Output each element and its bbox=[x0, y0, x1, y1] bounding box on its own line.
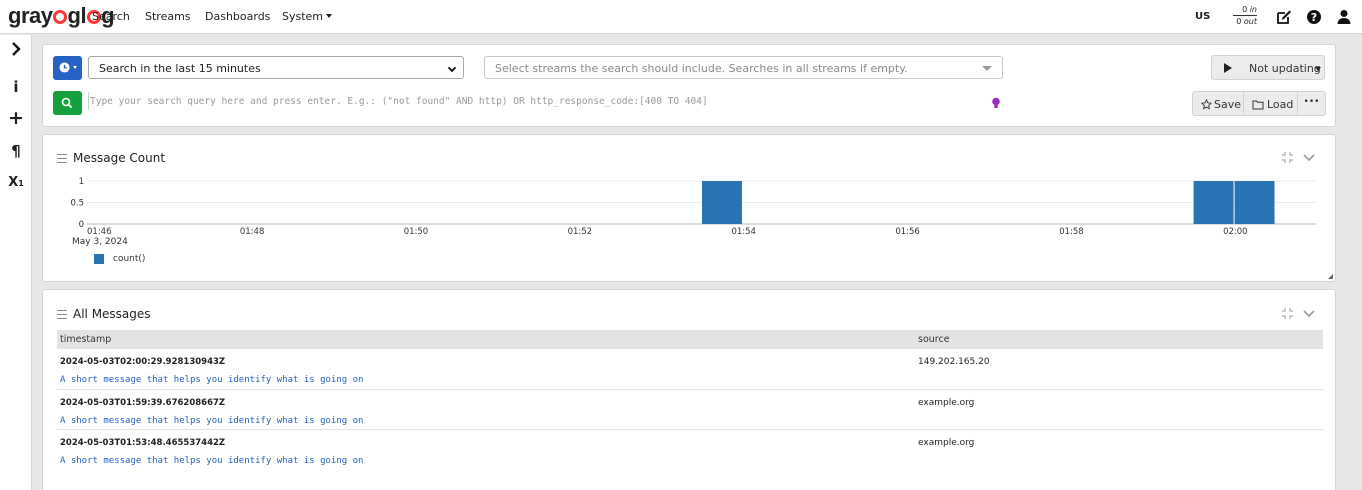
x-tick-label: 01:54 bbox=[731, 227, 756, 237]
y-tick-label: 0.5 bbox=[70, 199, 84, 209]
drag-handle-icon[interactable] bbox=[57, 310, 67, 319]
folder-icon bbox=[1252, 100, 1264, 110]
x-tick-label: 01:56 bbox=[895, 227, 920, 237]
widget-title: All Messages bbox=[73, 307, 151, 321]
search-icon bbox=[61, 97, 73, 109]
table-row[interactable]: 2024-05-03T01:53:48.465537442Z A short me… bbox=[57, 429, 1323, 469]
x-tick-label: 01:46 bbox=[87, 227, 112, 237]
message-source: example.org bbox=[918, 397, 975, 408]
throughput-indicator[interactable]: 0 in 0 out bbox=[1233, 4, 1257, 27]
message-text: A short message that helps you identify … bbox=[60, 375, 364, 385]
message-source: example.org bbox=[918, 437, 975, 448]
collapse-icon[interactable] bbox=[1282, 152, 1293, 163]
svg-text:?: ? bbox=[1311, 11, 1317, 24]
info-icon[interactable]: i bbox=[6, 78, 26, 98]
message-count-widget: Message Count 0 0.5 1 01:46 01:48 01:50 01:52 0… bbox=[42, 134, 1336, 282]
star-icon bbox=[1201, 99, 1212, 110]
query-input-divider bbox=[88, 92, 89, 110]
lightbulb-icon[interactable] bbox=[991, 97, 1001, 109]
help-icon[interactable]: ? bbox=[1306, 9, 1322, 25]
message-source: 149.202.165.20 bbox=[918, 357, 990, 367]
message-count-chart: 0 0.5 1 01:46 01:48 01:50 01:52 01:54 01:56 01:58… bbox=[70, 177, 1316, 237]
count-bar bbox=[1193, 181, 1234, 224]
drag-handle-icon[interactable] bbox=[57, 154, 67, 163]
x-tick-label: 01:52 bbox=[568, 227, 593, 237]
user-icon[interactable] bbox=[1336, 9, 1352, 25]
table-row[interactable]: 2024-05-03T02:00:29.928130943Z A short me… bbox=[57, 349, 1323, 389]
chevron-right-icon[interactable] bbox=[6, 39, 26, 59]
x-tick-label: 02:00 bbox=[1223, 227, 1248, 237]
streams-select[interactable]: Select streams the search should include… bbox=[484, 56, 1003, 79]
chevron-down-icon bbox=[1315, 67, 1321, 71]
chevron-down-icon[interactable] bbox=[1303, 310, 1315, 318]
widget-actions bbox=[1282, 152, 1315, 163]
fields-icon[interactable]: X1 bbox=[6, 175, 26, 195]
chevron-down-icon bbox=[73, 66, 77, 69]
refresh-control-button[interactable]: Not updating bbox=[1211, 55, 1325, 80]
chevron-down-icon bbox=[447, 63, 457, 73]
chevron-down-icon bbox=[326, 14, 333, 18]
time-range-value: Search in the last 15 minutes bbox=[99, 62, 261, 75]
nav-streams[interactable]: Streams bbox=[145, 10, 191, 23]
save-button[interactable]: Save bbox=[1192, 91, 1244, 116]
message-text: A short message that helps you identify … bbox=[60, 415, 364, 426]
x-axis-date-label: May 3, 2024 bbox=[72, 237, 128, 247]
refresh-label: Not updating bbox=[1249, 62, 1321, 75]
streams-placeholder: Select streams the search should include… bbox=[495, 62, 908, 75]
time-range-type-button[interactable] bbox=[53, 56, 82, 80]
paragraph-icon[interactable]: ¶ bbox=[6, 142, 26, 162]
message-text: A short message that helps you identify … bbox=[60, 455, 364, 466]
resize-handle-icon[interactable] bbox=[1328, 274, 1333, 279]
sidebar: i + ¶ X1 bbox=[0, 35, 32, 490]
message-timestamp: 2024-05-03T01:59:39.676208667Z bbox=[60, 397, 226, 408]
search-bar-panel: Search in the last 15 minutes Select str… bbox=[42, 44, 1336, 127]
count-bar bbox=[702, 181, 742, 224]
all-messages-widget: All Messages timestamp source 2024-05-03… bbox=[42, 289, 1336, 490]
legend-swatch[interactable] bbox=[94, 254, 104, 264]
search-query-input[interactable]: Type your search query here and press en… bbox=[90, 96, 708, 107]
column-header-timestamp[interactable]: timestamp bbox=[57, 330, 915, 349]
nav-search[interactable]: Search bbox=[92, 10, 130, 23]
x-tick-label: 01:48 bbox=[240, 227, 265, 237]
y-tick-label: 1 bbox=[79, 177, 84, 187]
timezone-label: US bbox=[1195, 11, 1211, 22]
plus-icon[interactable]: + bbox=[6, 107, 26, 129]
nav-system[interactable]: System bbox=[282, 10, 333, 23]
messages-table: timestamp source 2024-05-03T02:00:29.928… bbox=[57, 330, 1323, 469]
play-icon bbox=[1224, 63, 1232, 73]
search-button[interactable] bbox=[53, 91, 82, 115]
widget-actions bbox=[1282, 308, 1315, 319]
legend-label[interactable]: count() bbox=[113, 254, 145, 264]
clock-icon bbox=[59, 62, 70, 73]
collapse-icon[interactable] bbox=[1282, 308, 1293, 319]
x-tick-label: 01:58 bbox=[1059, 227, 1084, 237]
x-tick-label: 01:50 bbox=[404, 227, 429, 237]
count-bar bbox=[1234, 181, 1275, 224]
y-tick-label: 0 bbox=[79, 220, 84, 230]
chevron-down-icon[interactable] bbox=[1303, 154, 1315, 162]
widget-title: Message Count bbox=[73, 151, 166, 165]
top-navbar: gray gl g Search Streams Dashboards System… bbox=[0, 0, 1362, 34]
message-timestamp: 2024-05-03T02:00:29.928130943Z bbox=[60, 357, 226, 367]
more-actions-button[interactable]: ••• bbox=[1297, 91, 1326, 116]
logo-o-ring bbox=[52, 10, 67, 24]
chevron-down-icon bbox=[982, 66, 992, 71]
nav-dashboards[interactable]: Dashboards bbox=[205, 10, 270, 23]
column-header-source[interactable]: source bbox=[915, 330, 1323, 349]
message-timestamp: 2024-05-03T01:53:48.465537442Z bbox=[60, 437, 226, 448]
load-button[interactable]: Load bbox=[1243, 91, 1298, 116]
edit-icon[interactable] bbox=[1276, 9, 1292, 25]
time-range-select[interactable]: Search in the last 15 minutes bbox=[88, 56, 464, 79]
table-row[interactable]: 2024-05-03T01:59:39.676208667Z A short me… bbox=[57, 389, 1323, 429]
